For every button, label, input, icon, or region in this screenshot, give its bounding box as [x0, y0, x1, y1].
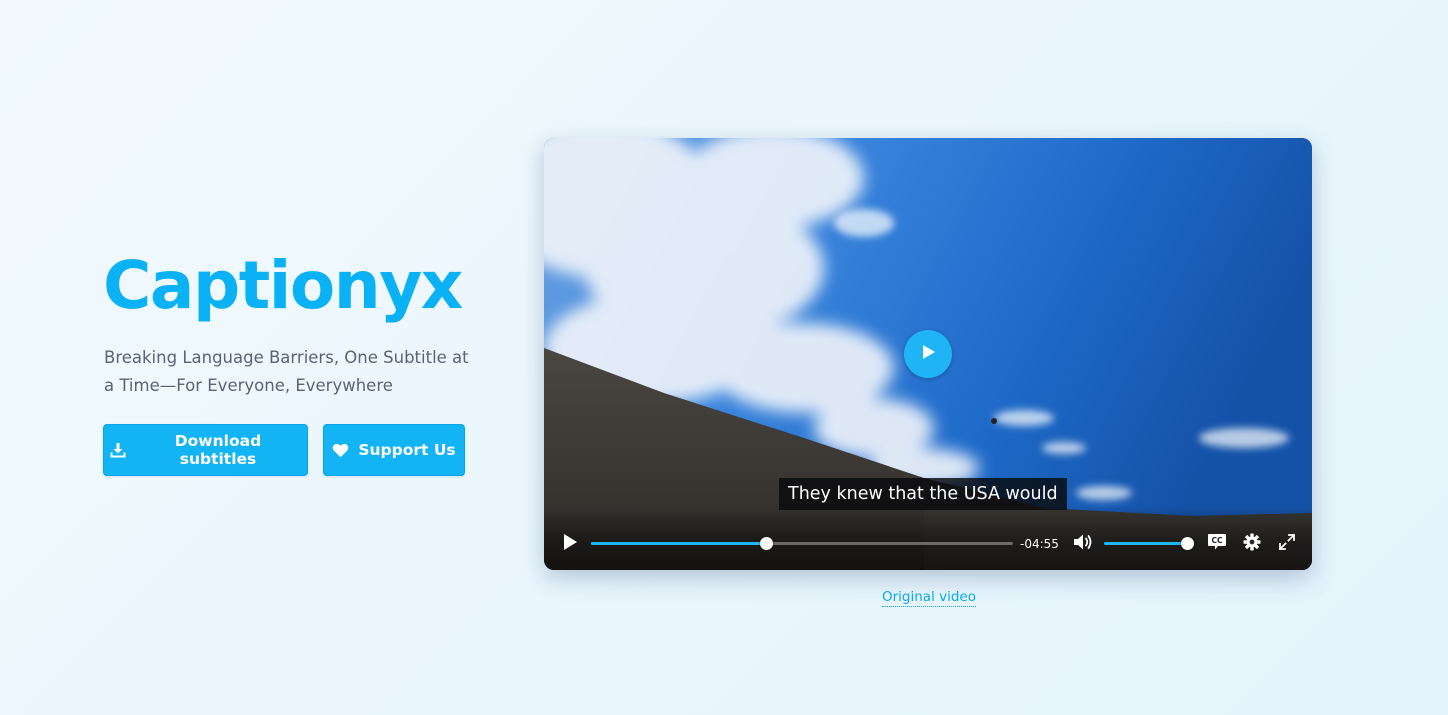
original-video-link[interactable]: Original video: [882, 588, 976, 607]
tagline: Breaking Language Barriers, One Subtitle…: [104, 348, 469, 395]
player-controls: [544, 506, 1312, 570]
settings-button[interactable]: [1240, 532, 1264, 556]
fullscreen-icon: [1278, 533, 1296, 556]
download-subtitles-button[interactable]: Download subtitles: [103, 424, 308, 476]
captions-button[interactable]: CC: [1205, 532, 1229, 556]
big-play-button[interactable]: [904, 330, 952, 378]
mute-button[interactable]: [1070, 532, 1096, 556]
heart-icon: [332, 443, 349, 458]
closed-captions-icon: CC: [1207, 533, 1227, 556]
support-us-label: Support Us: [358, 441, 456, 459]
progress-bar[interactable]: [591, 537, 1013, 550]
volume-slider[interactable]: [1104, 537, 1195, 550]
fullscreen-button[interactable]: [1275, 532, 1299, 556]
play-icon: [919, 343, 937, 366]
support-us-button[interactable]: Support Us: [323, 424, 465, 476]
gear-icon: [1243, 533, 1261, 556]
volume-fill: [1104, 542, 1188, 545]
video-player[interactable]: They knew that the USA would -04:55 CC: [544, 138, 1312, 570]
progress-fill: [591, 542, 767, 545]
play-icon: [561, 533, 579, 556]
time-remaining: -04:55: [1020, 537, 1059, 551]
download-subtitles-label: Download subtitles: [174, 432, 262, 468]
brand-title: Captionyx: [103, 247, 463, 324]
volume-icon: [1073, 533, 1093, 556]
svg-text:CC: CC: [1211, 536, 1223, 545]
play-button[interactable]: [556, 531, 584, 557]
download-icon: [110, 442, 126, 458]
